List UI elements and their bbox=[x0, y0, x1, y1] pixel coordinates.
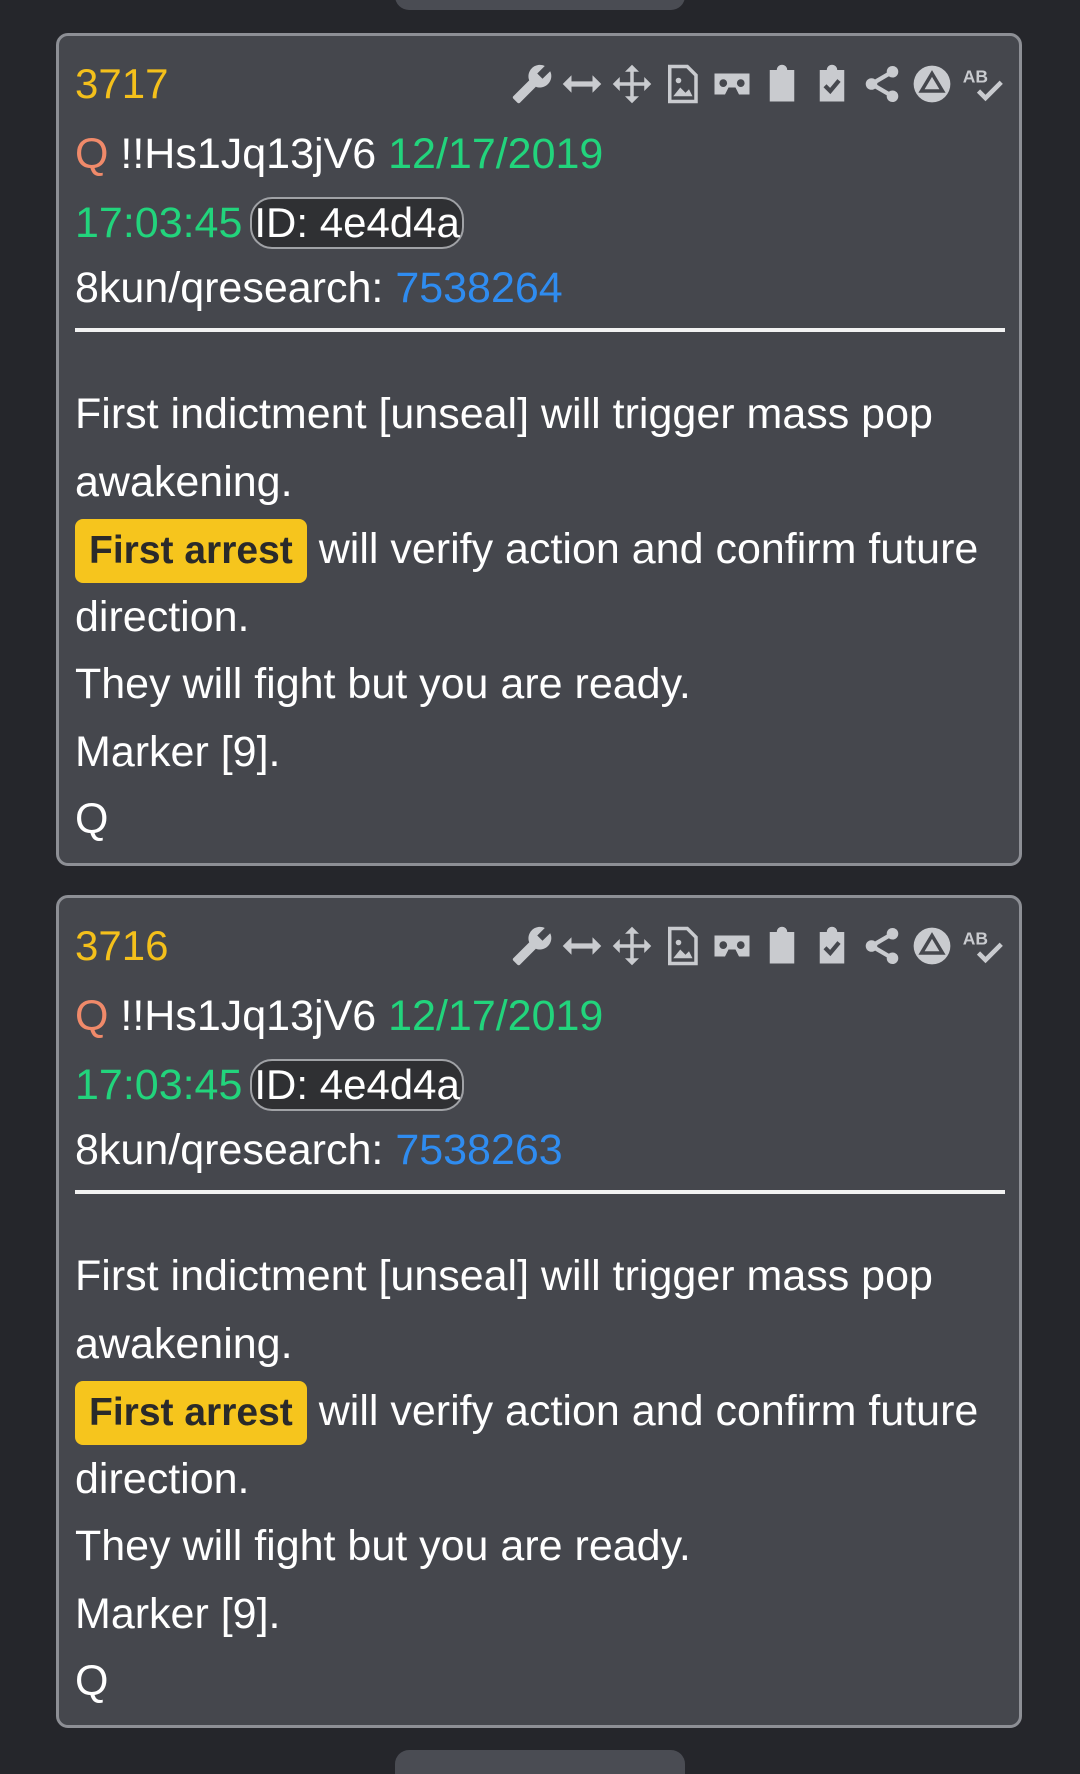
time-line: 17:03:45 ID: 4e4d4a bbox=[75, 1059, 464, 1111]
divider bbox=[75, 328, 1005, 332]
spellcheck-icon[interactable]: AB bbox=[959, 922, 1005, 970]
body-line: Marker [9]. bbox=[75, 727, 281, 776]
post-number[interactable]: 3717 bbox=[75, 60, 168, 108]
clipboard-check-icon[interactable] bbox=[809, 60, 855, 108]
source-line: 8kun/qresearch: 7538263 bbox=[75, 1126, 563, 1175]
triangle-circle-icon[interactable] bbox=[909, 922, 955, 970]
time-line: 17:03:45 ID: 4e4d4a bbox=[75, 197, 464, 249]
bottom-handle bbox=[395, 1750, 685, 1774]
highlight-badge: First arrest bbox=[75, 1381, 307, 1445]
post-number[interactable]: 3716 bbox=[75, 922, 168, 970]
tripcode: !!Hs1Jq13jV6 bbox=[120, 130, 377, 178]
post-ref-link[interactable]: 7538263 bbox=[395, 1126, 562, 1174]
clipboard-icon[interactable] bbox=[759, 60, 805, 108]
highlight-badge: First arrest bbox=[75, 519, 307, 583]
svg-text:AB: AB bbox=[963, 928, 988, 948]
clipboard-check-icon[interactable] bbox=[809, 922, 855, 970]
spellcheck-icon[interactable]: AB bbox=[959, 60, 1005, 108]
image-file-icon[interactable] bbox=[659, 922, 705, 970]
top-handle bbox=[395, 0, 685, 10]
post-body: First indictment [unseal] will trigger m… bbox=[75, 381, 1005, 854]
author-name: Q bbox=[75, 130, 109, 178]
post-toolbar: AB bbox=[509, 918, 1005, 974]
body-line-highlighted: First arrest will verify action and conf… bbox=[75, 516, 1005, 651]
image-file-icon[interactable] bbox=[659, 60, 705, 108]
board-label: 8kun/qresearch: bbox=[75, 1126, 384, 1174]
vr-headset-icon[interactable] bbox=[709, 922, 755, 970]
divider bbox=[75, 1190, 1005, 1194]
id-badge[interactable]: ID: 4e4d4a bbox=[250, 1059, 464, 1111]
wrench-icon[interactable] bbox=[509, 922, 555, 970]
share-icon[interactable] bbox=[859, 60, 905, 108]
body-line: Marker [9]. bbox=[75, 1589, 281, 1638]
body-line: They will fight but you are ready. bbox=[75, 660, 691, 708]
poster-line: Q !!Hs1Jq13jV6 12/17/2019 bbox=[75, 130, 603, 179]
post-card: 3717 AB Q !!Hs1Jq13jV6 12/17/2019 17:03:… bbox=[56, 33, 1022, 866]
id-badge[interactable]: ID: 4e4d4a bbox=[250, 197, 464, 249]
move-icon[interactable] bbox=[609, 60, 655, 108]
move-icon[interactable] bbox=[609, 922, 655, 970]
post-card: 3716 AB Q !!Hs1Jq13jV6 12/17/2019 17:03:… bbox=[56, 895, 1022, 1728]
post-toolbar: AB bbox=[509, 56, 1005, 112]
body-line: First indictment [unseal] will trigger m… bbox=[75, 390, 933, 506]
body-line: They will fight but you are ready. bbox=[75, 1522, 691, 1570]
post-date: 12/17/2019 bbox=[388, 130, 604, 178]
resize-horizontal-icon[interactable] bbox=[559, 922, 605, 970]
body-line: Q bbox=[75, 1657, 109, 1705]
tripcode: !!Hs1Jq13jV6 bbox=[120, 992, 377, 1040]
board-label: 8kun/qresearch: bbox=[75, 264, 384, 312]
poster-line: Q !!Hs1Jq13jV6 12/17/2019 bbox=[75, 992, 603, 1041]
source-line: 8kun/qresearch: 7538264 bbox=[75, 264, 563, 313]
author-name: Q bbox=[75, 992, 109, 1040]
share-icon[interactable] bbox=[859, 922, 905, 970]
body-line: Q bbox=[75, 795, 109, 843]
svg-text:AB: AB bbox=[963, 66, 988, 86]
post-time: 17:03:45 bbox=[75, 1061, 243, 1109]
resize-horizontal-icon[interactable] bbox=[559, 60, 605, 108]
post-body: First indictment [unseal] will trigger m… bbox=[75, 1243, 1005, 1716]
post-date: 12/17/2019 bbox=[388, 992, 604, 1040]
post-ref-link[interactable]: 7538264 bbox=[395, 264, 562, 312]
wrench-icon[interactable] bbox=[509, 60, 555, 108]
body-line: First indictment [unseal] will trigger m… bbox=[75, 1252, 933, 1368]
clipboard-icon[interactable] bbox=[759, 922, 805, 970]
vr-headset-icon[interactable] bbox=[709, 60, 755, 108]
post-time: 17:03:45 bbox=[75, 199, 243, 247]
triangle-circle-icon[interactable] bbox=[909, 60, 955, 108]
body-line-highlighted: First arrest will verify action and conf… bbox=[75, 1378, 1005, 1513]
